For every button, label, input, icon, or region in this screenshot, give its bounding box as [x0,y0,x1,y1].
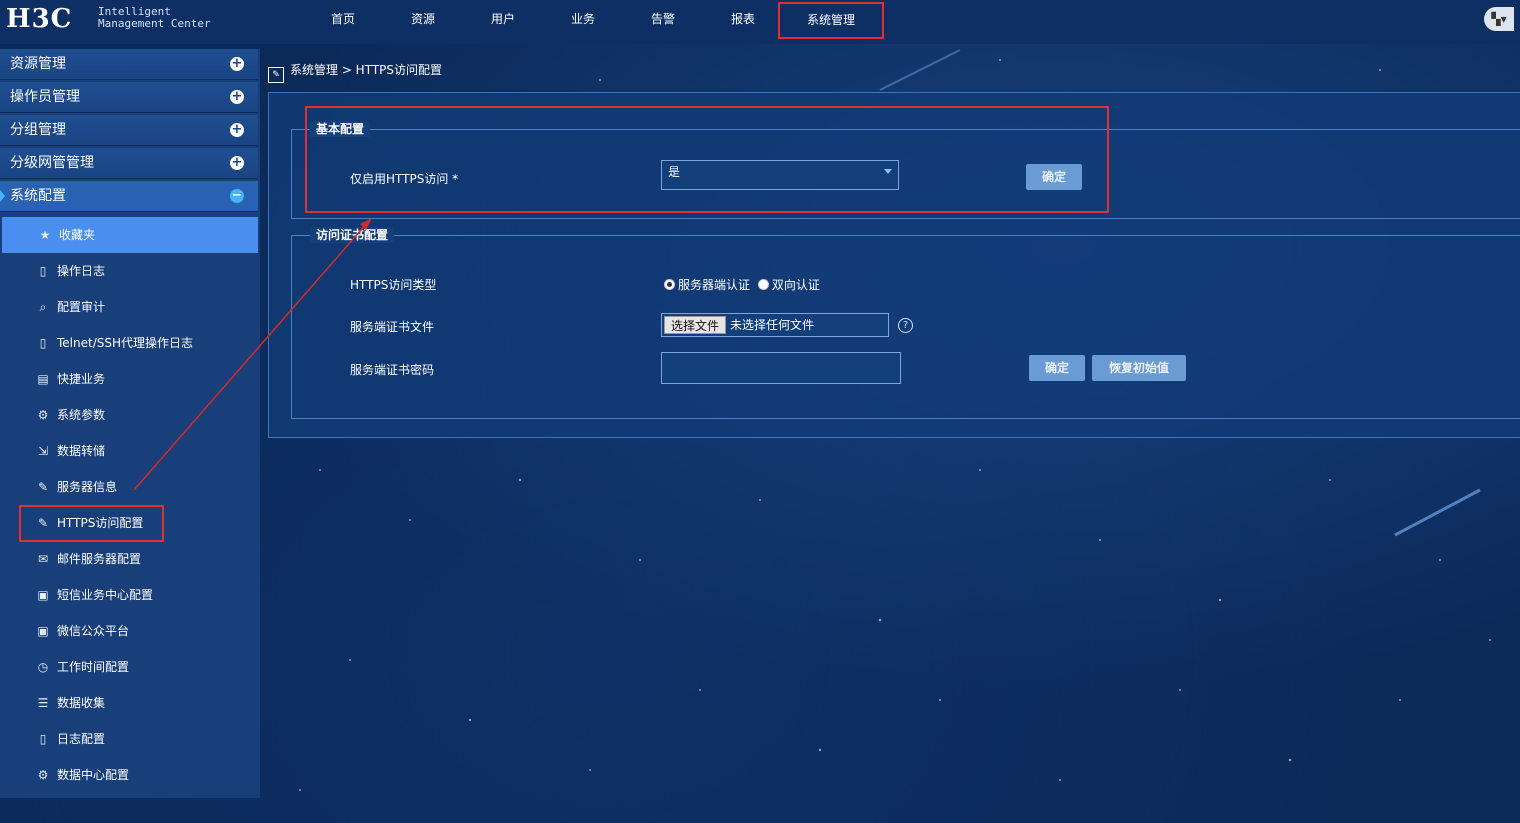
wechat-icon: ▣ [37,624,49,638]
top-nav: 首页 资源 用户 业务 告警 报表 系统管理 [303,0,884,40]
h3c-logo: H3C [6,4,73,34]
sidebar-item-telnet-ssh-log[interactable]: ▯ Telnet/SSH代理操作日志 [0,325,260,361]
sidebar-item-sms-center[interactable]: ▣ 短信业务中心配置 [0,577,260,613]
sidebar-item-server-info[interactable]: ✎ 服务器信息 [0,469,260,505]
radio-mutual-auth[interactable] [757,279,769,290]
cert-confirm-button[interactable]: 确定 [1029,355,1085,381]
sidebar-item-operation-log[interactable]: ▯ 操作日志 [0,253,260,289]
expand-icon[interactable]: + [230,156,244,170]
sidebar-item-label: 数据中心配置 [57,768,130,782]
sidebar-item-label: 系统参数 [57,408,106,422]
sms-icon: ▣ [37,588,49,602]
nav-business[interactable]: 业务 [543,0,623,40]
sidebar-item-favorites[interactable]: ★ 收藏夹 [2,217,258,253]
edit-icon: ✎ [37,480,49,494]
nav-reports[interactable]: 报表 [703,0,783,40]
category-label: 系统配置 [10,188,66,204]
sidebar-category-hierarchical-nms[interactable]: 分级网管管理 + [0,148,258,179]
expand-icon[interactable]: + [230,90,244,104]
cert-file-input[interactable]: 选择文件 未选择任何文件 [661,313,889,337]
gear-icon: ⚙ [37,408,49,422]
list-icon: ☰ [37,696,49,710]
sidebar-item-label: 操作日志 [57,264,106,278]
logo-subtitle: Intelligent Management Center [98,6,211,30]
highlight-box-sidebar [19,505,164,542]
radio-server-auth[interactable] [664,279,675,290]
nav-users[interactable]: 用户 [463,0,543,40]
sidebar-item-label: 服务器信息 [57,480,118,494]
sidebar-item-label: 邮件服务器配置 [57,552,142,566]
sidebar-item-system-params[interactable]: ⚙ 系统参数 [0,397,260,433]
sidebar-item-label: 工作时间配置 [57,660,130,674]
sidebar-item-datacenter-config[interactable]: ⚙ 数据中心配置 [0,757,260,793]
category-label: 分组管理 [10,122,66,138]
gear-icon: ⚙ [37,768,49,782]
sidebar-item-log-config[interactable]: ▯ 日志配置 [0,721,260,757]
sidebar-item-label: 数据转储 [57,444,106,458]
sidebar-category-operator-management[interactable]: 操作员管理 + [0,82,258,113]
radio-mutual-auth-label[interactable]: 双向认证 [772,278,820,292]
sidebar-item-label: 日志配置 [57,732,106,746]
sidebar-item-label: 收藏夹 [59,228,96,242]
sidebar-category-group-management[interactable]: 分组管理 + [0,115,258,146]
sidebar-category-system-config[interactable]: 系统配置 − [0,181,258,212]
https-type-label: HTTPS访问类型 [350,278,437,292]
breadcrumb-text: 系统管理 > HTTPS访问配置 [290,63,443,77]
sidebar-item-work-time[interactable]: ◷ 工作时间配置 [0,649,260,685]
expand-icon[interactable]: + [230,57,244,71]
category-label: 分级网管管理 [10,155,94,171]
logo-subtitle-line2: Management Center [98,17,211,30]
radio-server-auth-label[interactable]: 服务器端认证 [678,278,750,292]
id-card-icon: ▤ [37,372,49,386]
cert-config-legend: 访问证书配置 [310,227,395,243]
help-icon[interactable]: ? [898,318,913,333]
cert-config-section: 访问证书配置 HTTPS访问类型 服务器端认证 双向认证 服务端证书文件 选择文… [291,227,1520,419]
choose-file-button[interactable]: 选择文件 [664,316,726,334]
sidebar-item-label: 微信公众平台 [57,624,130,638]
nav-alarms[interactable]: 告警 [623,0,703,40]
expand-icon[interactable]: + [230,123,244,137]
https-type-radio-group: 服务器端认证 双向认证 [664,276,820,293]
sidebar: 资源管理 + 操作员管理 + 分组管理 + 分级网管管理 + 系统配置 − ★ 收… [0,49,260,798]
restore-default-button[interactable]: 恢复初始值 [1092,355,1186,381]
sidebar-item-quick-service[interactable]: ▤ 快捷业务 [0,361,260,397]
cert-password-input[interactable] [661,352,901,384]
sidebar-item-label: 数据收集 [57,696,106,710]
highlight-box-basic-config [305,106,1109,213]
edit-icon: ✎ [268,67,284,83]
export-icon: ⇲ [37,444,49,458]
file-status-text: 未选择任何文件 [730,318,815,332]
nav-system-management[interactable]: 系统管理 [778,2,884,39]
sidebar-item-config-audit[interactable]: ⌕ 配置审计 [0,289,260,325]
clipboard-icon: ▯ [39,336,47,350]
nav-home[interactable]: 首页 [303,0,383,40]
category-label: 资源管理 [10,56,66,72]
sidebar-item-mail-server[interactable]: ✉ 邮件服务器配置 [0,541,260,577]
sidebar-item-data-collection[interactable]: ☰ 数据收集 [0,685,260,721]
search-icon: ⌕ [39,300,47,314]
sidebar-category-resource-management[interactable]: 资源管理 + [0,49,258,80]
clipboard-icon: ▯ [39,264,47,278]
mail-server-icon: ✉ [37,552,49,566]
category-label: 操作员管理 [10,89,80,105]
sidebar-item-label: 配置审计 [57,300,106,314]
collapse-icon[interactable]: − [230,189,244,203]
log-icon: ▯ [39,732,47,746]
sidebar-item-data-dump[interactable]: ⇲ 数据转储 [0,433,260,469]
cert-file-label: 服务端证书文件 [350,320,435,334]
cert-password-label: 服务端证书密码 [350,363,435,377]
sidebar-item-label: 快捷业务 [57,372,106,386]
clock-icon: ◷ [37,660,49,674]
nav-resources[interactable]: 资源 [383,0,463,40]
window-switch-icon[interactable]: ▚▾ [1484,7,1514,31]
sidebar-item-wechat[interactable]: ▣ 微信公众平台 [0,613,260,649]
star-icon: ★ [39,228,51,242]
top-bar: H3C Intelligent Management Center 首页 资源 … [0,0,1520,44]
breadcrumb: ✎ 系统管理 > HTTPS访问配置 [268,60,442,83]
sidebar-item-label: Telnet/SSH代理操作日志 [57,336,194,350]
sidebar-item-label: 短信业务中心配置 [57,588,154,602]
